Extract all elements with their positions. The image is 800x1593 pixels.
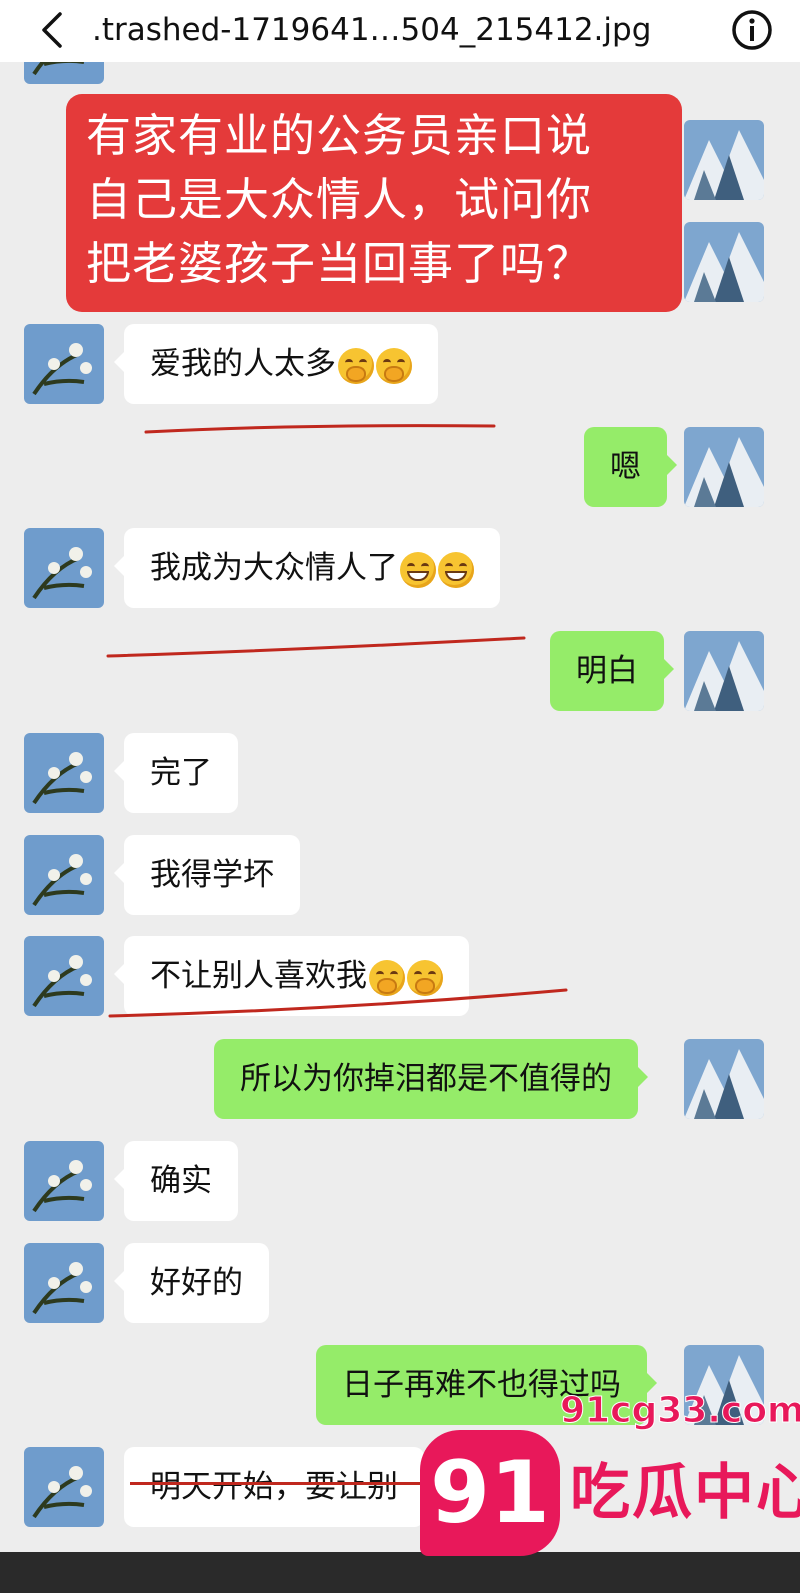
info-icon — [732, 10, 772, 50]
info-button[interactable] — [730, 8, 774, 52]
caption-line: 把老婆孩子当回事了吗？ — [86, 237, 593, 290]
watermark-name: 吃瓜中心 — [570, 1458, 800, 1528]
back-button[interactable] — [30, 6, 78, 54]
caption-line: 有家有业的公务员亲口说 — [86, 109, 593, 162]
chevron-left-icon — [42, 12, 62, 48]
caption-line: 自己是大众情人，试问你 — [86, 173, 593, 226]
site-watermark: 91cg33.com 91 吃瓜中心 — [420, 1390, 800, 1590]
watermark-site: 91cg33.com — [560, 1390, 800, 1432]
image-viewer-header: .trashed-1719641…504_215412.jpg — [0, 0, 800, 62]
caption-overlay: 有家有业的公务员亲口说 自己是大众情人，试问你 把老婆孩子当回事了吗？ — [66, 94, 682, 312]
strikethrough-line — [130, 1482, 420, 1485]
file-name-title: .trashed-1719641…504_215412.jpg — [92, 12, 652, 48]
watermark-logo-number: 91 — [420, 1430, 560, 1556]
